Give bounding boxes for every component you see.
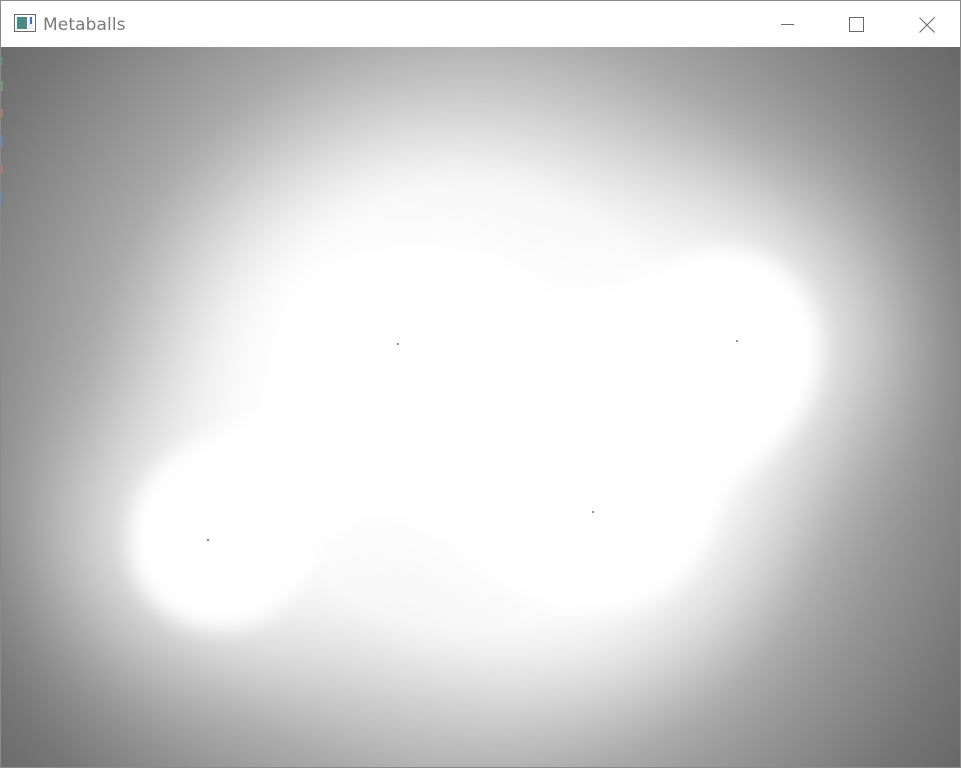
maximize-button[interactable] (821, 1, 891, 47)
title-bar[interactable]: Metaballs (1, 1, 960, 47)
app-icon (14, 14, 36, 32)
app-window: Metaballs (0, 0, 961, 768)
metaball-center (592, 511, 594, 513)
window-title: Metaballs (43, 15, 126, 35)
close-button[interactable] (890, 1, 960, 47)
metaballs-canvas[interactable] (1, 47, 960, 767)
metaball-center (736, 340, 738, 342)
metaball-center (397, 343, 399, 345)
minimize-button[interactable] (752, 1, 822, 47)
left-edge-artifact (1, 57, 3, 205)
metaball-center (207, 539, 209, 541)
